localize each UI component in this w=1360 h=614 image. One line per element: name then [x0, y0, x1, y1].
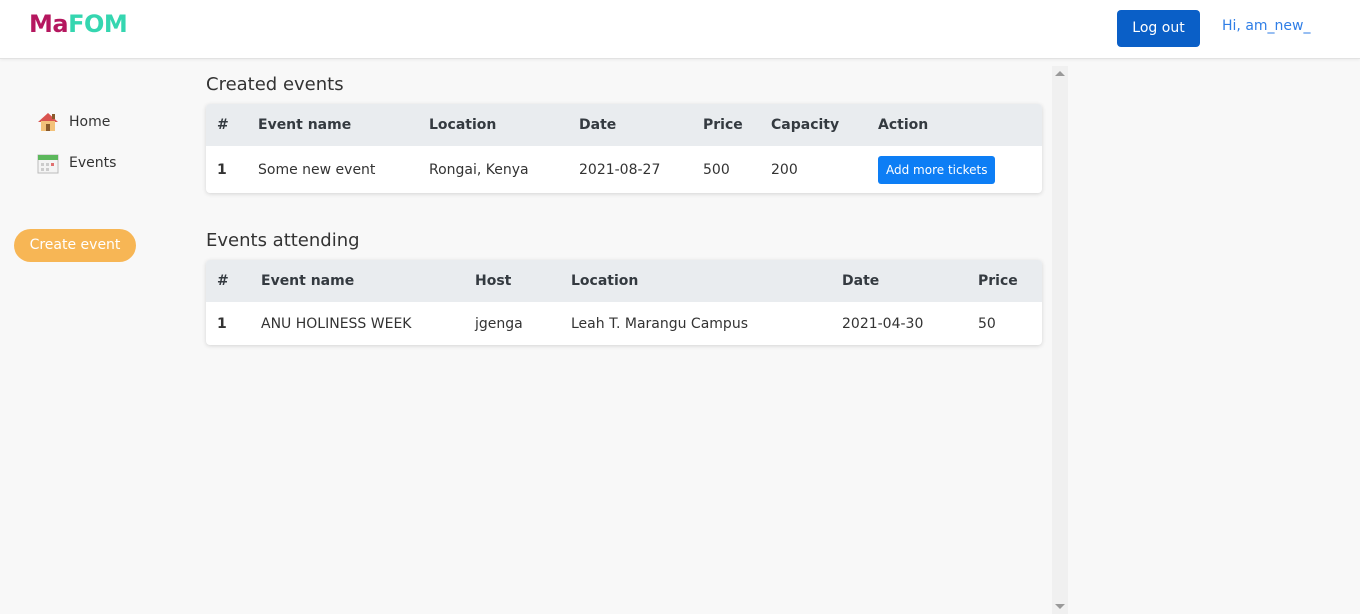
vertical-scrollbar[interactable]: [1052, 66, 1068, 614]
brand-part2: FOM: [68, 10, 128, 38]
location-cell: Rongai, Kenya: [429, 161, 529, 178]
add-more-tickets-button[interactable]: Add more tickets: [878, 155, 996, 184]
column-header: Capacity: [771, 117, 840, 133]
table-header: # Event name Location Date Price Capacit…: [206, 104, 1042, 146]
table-row: 1 Some new event Rongai, Kenya 2021-08-2…: [206, 146, 1042, 193]
row-index: 1: [217, 161, 227, 178]
scroll-up-arrow-icon[interactable]: [1055, 71, 1065, 76]
column-header: Action: [878, 117, 929, 133]
column-header: Price: [978, 273, 1018, 289]
top-navbar: MaFOM Log out Hi, am_new_: [0, 0, 1360, 59]
house-icon: [37, 111, 59, 133]
column-header: Location: [429, 117, 497, 133]
date-cell: 2021-04-30: [842, 315, 924, 332]
sidebar-item-label: Events: [69, 155, 117, 171]
logout-button[interactable]: Log out: [1117, 10, 1200, 47]
column-header: Date: [579, 117, 617, 133]
column-header: Price: [703, 117, 743, 133]
host-cell: jgenga: [475, 315, 523, 332]
calendar-icon: [37, 152, 59, 174]
brand-logo[interactable]: MaFOM: [29, 10, 128, 38]
attending-events-title: Events attending: [206, 230, 360, 251]
sidebar-item-events[interactable]: Events: [37, 150, 116, 176]
created-events-title: Created events: [206, 74, 344, 95]
price-cell: 50: [978, 315, 996, 332]
scroll-down-arrow-icon[interactable]: [1055, 604, 1065, 609]
row-index: 1: [217, 315, 227, 332]
user-greeting-link[interactable]: Hi, am_new_: [1222, 18, 1310, 34]
created-events-table: # Event name Location Date Price Capacit…: [206, 104, 1042, 193]
column-header: Event name: [258, 117, 352, 133]
column-header: Location: [571, 273, 639, 289]
create-event-button[interactable]: Create event: [14, 229, 136, 262]
attending-events-table: # Event name Host Location Date Price 1 …: [206, 260, 1042, 345]
sidebar-item-label: Home: [69, 114, 111, 130]
table-header: # Event name Host Location Date Price: [206, 260, 1042, 302]
brand-part1: Ma: [29, 10, 69, 38]
column-header: Event name: [261, 273, 355, 289]
price-cell: 500: [703, 161, 730, 178]
capacity-cell: 200: [771, 161, 798, 178]
location-cell: Leah T. Marangu Campus: [571, 315, 748, 332]
event-name-cell: Some new event: [258, 161, 376, 178]
date-cell: 2021-08-27: [579, 161, 661, 178]
sidebar-item-home[interactable]: Home: [37, 109, 110, 135]
event-name-cell: ANU HOLINESS WEEK: [261, 315, 412, 332]
column-header: Host: [475, 273, 512, 289]
table-row: 1 ANU HOLINESS WEEK jgenga Leah T. Maran…: [206, 302, 1042, 345]
action-cell: Add more tickets: [878, 146, 996, 193]
column-header: #: [217, 273, 229, 289]
column-header: Date: [842, 273, 880, 289]
column-header: #: [217, 117, 229, 133]
